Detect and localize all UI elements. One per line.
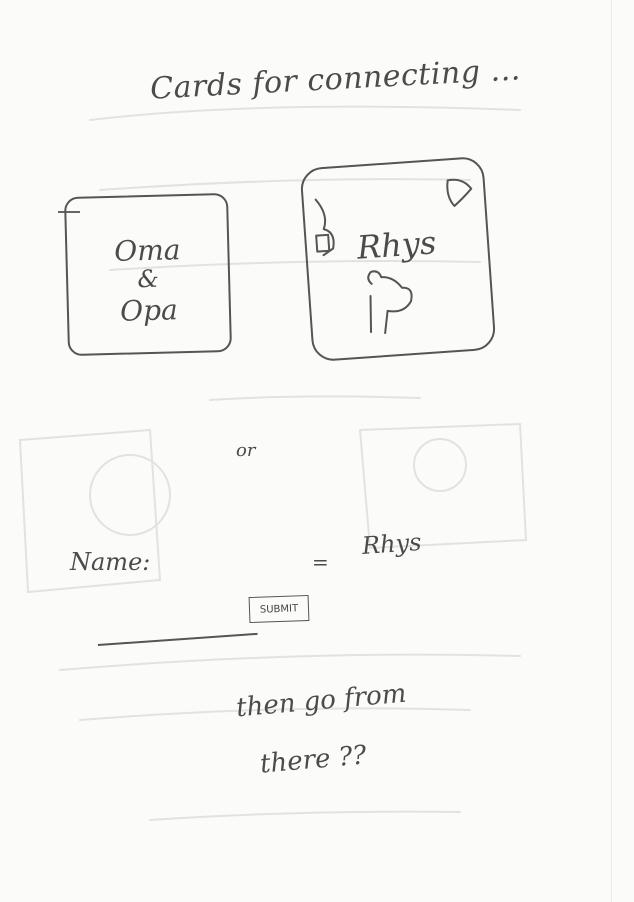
puzzle-piece-doodle-icon bbox=[314, 178, 473, 335]
card-oma-opa[interactable]: Oma & Opa bbox=[63, 192, 233, 357]
equals-sign: = bbox=[312, 550, 329, 574]
card-rhys[interactable]: Rhys bbox=[299, 155, 497, 363]
card-opa-label: Opa bbox=[119, 293, 179, 328]
card-ampersand: & bbox=[137, 264, 160, 294]
name-example-value: Rhys bbox=[361, 527, 423, 561]
name-label: Name: bbox=[70, 548, 151, 576]
submit-button[interactable]: SUBMIT bbox=[248, 594, 310, 624]
sketch-page: Cards for connecting ... Oma & Opa Rhys … bbox=[0, 0, 634, 902]
or-text: or bbox=[236, 440, 256, 461]
card-oma-label: Oma bbox=[113, 233, 181, 268]
